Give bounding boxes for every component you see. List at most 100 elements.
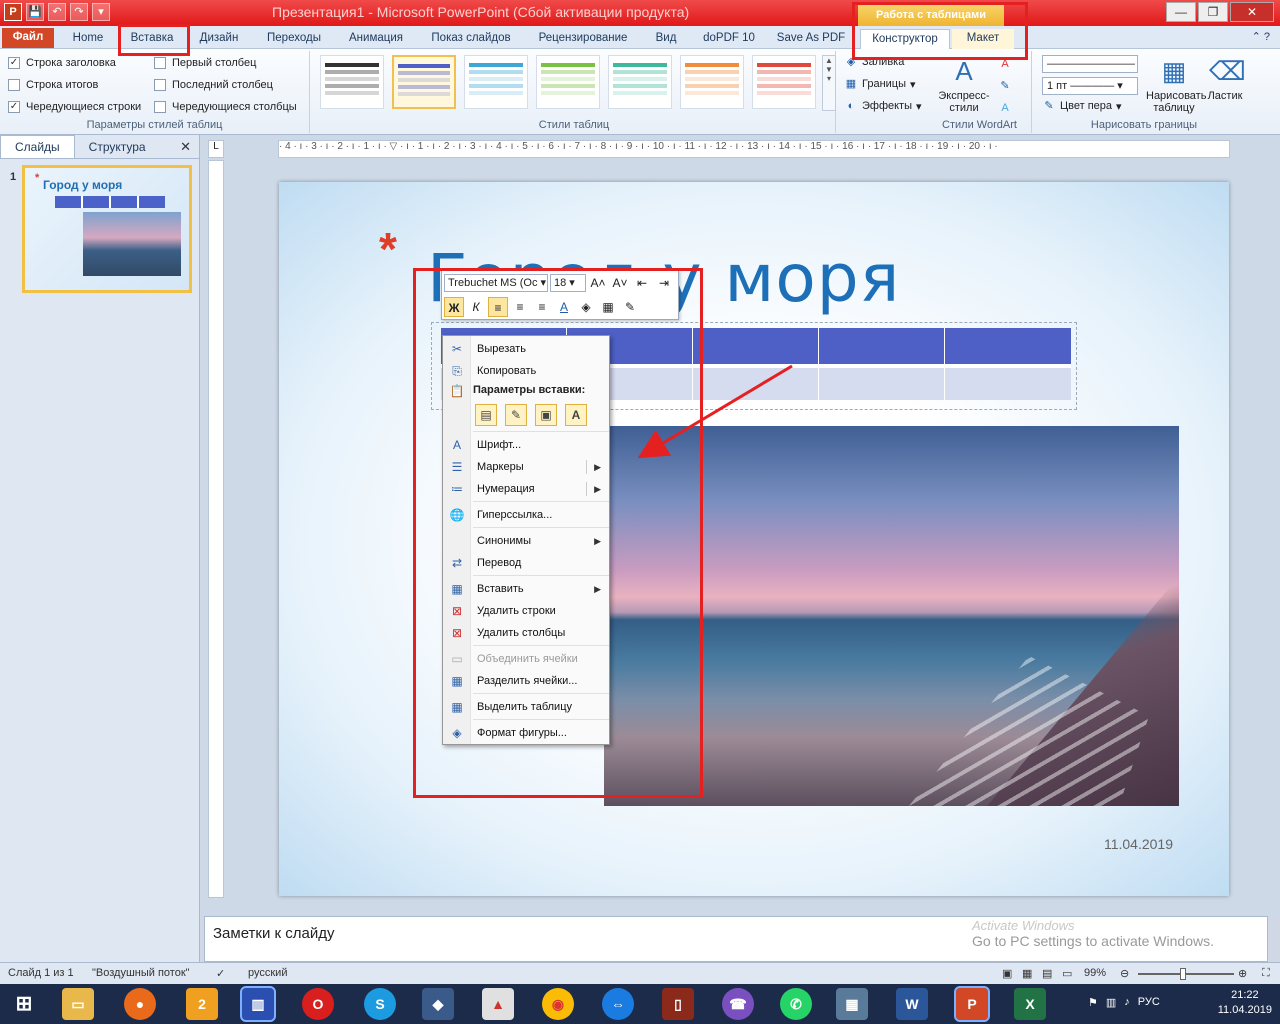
- eraser-icon: ⌫: [1209, 56, 1246, 86]
- table-cell[interactable]: [819, 364, 945, 400]
- group-label: Стили таблиц: [538, 119, 610, 131]
- zoom-level[interactable]: 99%: [1084, 967, 1106, 979]
- zoom-in-icon[interactable]: ⊕: [1238, 967, 1247, 980]
- reader-icon[interactable]: ▯: [662, 988, 694, 1020]
- chrome-icon[interactable]: ◉: [542, 988, 574, 1020]
- slide-sorter-icon[interactable]: ▦: [1022, 967, 1032, 980]
- close-panel-icon[interactable]: ✕: [180, 139, 191, 155]
- table-cell[interactable]: [945, 364, 1071, 400]
- theme-name[interactable]: "Воздушный поток": [92, 967, 190, 979]
- table-style-swatch[interactable]: [608, 55, 672, 109]
- table-style-swatch[interactable]: [464, 55, 528, 109]
- tab-home[interactable]: Home: [62, 29, 114, 49]
- pen-color-button[interactable]: ✎ Цвет пера ▾: [1042, 99, 1121, 113]
- keyboard-language[interactable]: РУС: [1138, 996, 1160, 1009]
- banded-columns-checkbox[interactable]: Чередующиеся столбцы: [154, 101, 297, 113]
- firefox-icon[interactable]: ●: [124, 988, 156, 1020]
- network-icon[interactable]: ▥: [1106, 996, 1116, 1009]
- table-header-cell[interactable]: [819, 328, 945, 364]
- header-row-checkbox[interactable]: ✓ Строка заголовка: [8, 57, 116, 69]
- table-style-swatch[interactable]: [680, 55, 744, 109]
- swatch-row: [398, 92, 450, 96]
- undo-icon[interactable]: ↶: [48, 3, 66, 21]
- last-column-checkbox[interactable]: Последний столбец: [154, 79, 273, 91]
- powerpoint-icon[interactable]: P: [954, 986, 990, 1022]
- virtualbox-icon[interactable]: ◆: [422, 988, 454, 1020]
- redo-icon[interactable]: ↷: [70, 3, 88, 21]
- table-style-swatch[interactable]: [536, 55, 600, 109]
- table-header-cell[interactable]: [693, 328, 819, 364]
- viber-icon[interactable]: ☎: [722, 988, 754, 1020]
- tab-review[interactable]: Рецензирование: [528, 29, 638, 49]
- zoom-slider[interactable]: [1138, 973, 1234, 975]
- help-icon[interactable]: ⌃ ?: [1252, 30, 1270, 43]
- close-button[interactable]: ✕: [1230, 2, 1274, 22]
- eraser-button[interactable]: ⌫ Ластик: [1204, 55, 1246, 102]
- teamviewer-icon[interactable]: ⇔: [602, 988, 634, 1020]
- first-column-checkbox[interactable]: Первый столбец: [154, 57, 256, 69]
- start-icon[interactable]: ⊞: [8, 988, 40, 1020]
- gallery-scroll[interactable]: ▲ ▼ ▾: [822, 55, 836, 111]
- calculator-app-icon[interactable]: ▥: [240, 986, 276, 1022]
- reading-view-icon[interactable]: ▤: [1042, 967, 1052, 980]
- tab-view[interactable]: Вид: [646, 29, 686, 49]
- fit-slide-icon[interactable]: ⛶: [1262, 967, 1270, 980]
- word-icon[interactable]: W: [896, 988, 928, 1020]
- table-style-swatch[interactable]: [320, 55, 384, 109]
- pen-weight-dropdown[interactable]: 1 пт ———— ▾: [1042, 77, 1138, 95]
- zoom-slider-thumb[interactable]: [1180, 968, 1186, 980]
- minimize-button[interactable]: —: [1166, 2, 1196, 22]
- tab-animations[interactable]: Анимация: [338, 29, 414, 49]
- swatch-row: [685, 91, 739, 95]
- flag-icon[interactable]: ⚑: [1088, 996, 1098, 1009]
- tab-stop-selector[interactable]: L: [208, 140, 224, 158]
- text-outline-button[interactable]: ✎: [998, 79, 1012, 93]
- normal-view-icon[interactable]: ▣: [1002, 967, 1012, 980]
- pen-style-dropdown[interactable]: ———————— ▾: [1042, 55, 1138, 86]
- save-icon[interactable]: 💾: [26, 3, 44, 21]
- banded-rows-checkbox[interactable]: ✓ Чередующиеся строки: [8, 101, 141, 113]
- express-styles-button[interactable]: A Экспресс-стили: [932, 55, 996, 114]
- tab-file[interactable]: Файл: [2, 28, 54, 48]
- app-chart-icon[interactable]: ▲: [482, 988, 514, 1020]
- spellcheck-icon[interactable]: ✓: [216, 967, 225, 980]
- whatsapp-icon[interactable]: ✆: [780, 988, 812, 1020]
- swatch-row: [685, 63, 739, 67]
- skype-icon[interactable]: S: [364, 988, 396, 1020]
- table-style-swatch[interactable]: [392, 55, 456, 109]
- excel-icon[interactable]: X: [1014, 988, 1046, 1020]
- swatch-row: [398, 85, 450, 89]
- restore-button[interactable]: ❐: [1198, 2, 1228, 22]
- slide-date[interactable]: 11.04.2019: [1104, 836, 1173, 852]
- slides-panel: Слайды Структура ✕ 1 * Город у моря: [0, 135, 200, 962]
- slide-thumbnail[interactable]: * Город у моря: [22, 165, 192, 293]
- table-header-cell[interactable]: [945, 328, 1071, 364]
- vertical-ruler[interactable]: [208, 160, 224, 898]
- table-cell[interactable]: [693, 364, 819, 400]
- draw-table-button[interactable]: ▦ Нарисовать таблицу: [1146, 55, 1206, 114]
- volume-icon[interactable]: ♪: [1124, 996, 1130, 1009]
- text-effects-button[interactable]: A: [998, 101, 1012, 115]
- clock[interactable]: 21:22 11.04.2019: [1218, 988, 1272, 1018]
- effects-button[interactable]: ◐ Эффекты ▾: [844, 99, 922, 113]
- horizontal-ruler[interactable]: · 4 · ı · 3 · ı · 2 · ı · 1 · ı · ▽ · ı …: [278, 140, 1230, 158]
- calculator-icon[interactable]: ▦: [836, 988, 868, 1020]
- borders-button[interactable]: ▦ Границы ▾: [844, 77, 916, 91]
- tab-save-as-pdf[interactable]: Save As PDF: [772, 29, 850, 49]
- language-indicator[interactable]: русский: [248, 967, 287, 979]
- table-style-swatch[interactable]: [752, 55, 816, 109]
- slideshow-icon[interactable]: ▭: [1062, 967, 1072, 980]
- tab-design[interactable]: Дизайн: [190, 29, 248, 49]
- powerpoint-app-icon[interactable]: P: [4, 3, 22, 21]
- tab-slideshow[interactable]: Показ слайдов: [422, 29, 520, 49]
- total-row-checkbox[interactable]: Строка итогов: [8, 79, 98, 91]
- tab-slides[interactable]: Слайды: [0, 135, 75, 158]
- file-explorer-icon[interactable]: ▭: [62, 988, 94, 1020]
- tab-outline[interactable]: Структура: [75, 136, 160, 158]
- app-2-icon[interactable]: 2: [186, 988, 218, 1020]
- zoom-out-icon[interactable]: ⊖: [1120, 967, 1129, 980]
- opera-icon[interactable]: O: [302, 988, 334, 1020]
- tab-dopdf[interactable]: doPDF 10: [694, 29, 764, 49]
- tab-transitions[interactable]: Переходы: [256, 29, 332, 49]
- customize-qat-icon[interactable]: ▾: [92, 3, 110, 21]
